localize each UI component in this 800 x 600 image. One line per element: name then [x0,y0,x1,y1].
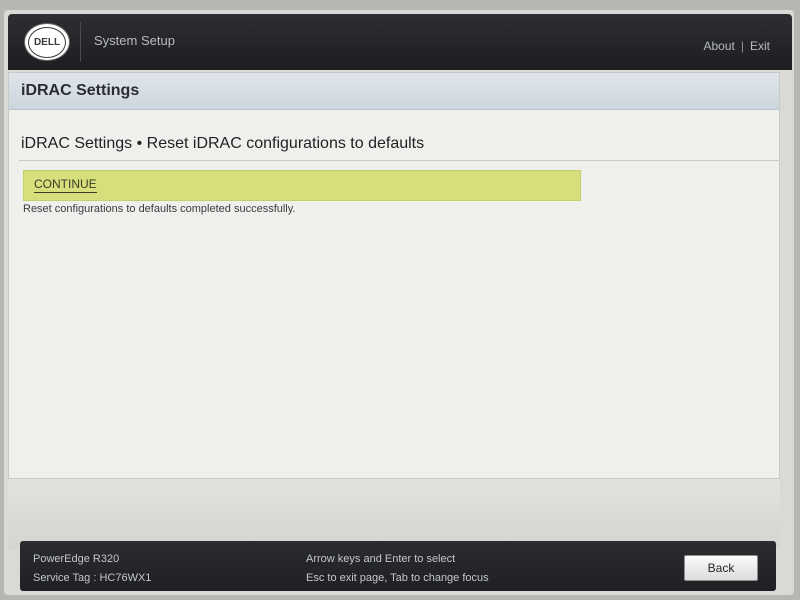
status-message: Reset configurations to defaults complet… [23,203,296,215]
title-divider [19,160,779,161]
about-link[interactable]: About [704,39,735,53]
screen: DELL System Setup About | Exit iDRAC Set… [4,10,794,595]
exit-link[interactable]: Exit [750,39,770,53]
main-panel: iDRAC Settings iDRAC Settings • Reset iD… [8,72,780,479]
keyboard-hints: Arrow keys and Enter to select Esc to ex… [306,550,489,588]
footer-bar: PowerEdge R320 Service Tag : HC76WX1 Arr… [20,541,776,591]
header-divider [80,22,81,62]
hint-select: Arrow keys and Enter to select [306,553,456,565]
link-separator: | [740,39,744,53]
continue-button[interactable]: CONTINUE [23,170,581,201]
back-button[interactable]: Back [684,555,758,581]
system-info: PowerEdge R320 Service Tag : HC76WX1 [33,550,151,588]
continue-label: CONTINUE [34,177,97,193]
page-title: iDRAC Settings • Reset iDRAC configurati… [21,135,425,152]
section-title: iDRAC Settings [21,82,140,99]
service-tag: Service Tag : HC76WX1 [33,572,152,584]
dell-logo-mark: DELL [28,26,66,58]
model-name: PowerEdge R320 [33,553,120,565]
top-header-bar: DELL System Setup About | Exit [8,14,792,70]
lower-area [8,479,780,549]
app-title: System Setup [94,33,175,48]
dell-logo: DELL [25,24,69,60]
section-bar: iDRAC Settings [9,73,779,110]
hint-navigation: Esc to exit page, Tab to change focus [306,572,489,584]
header-links: About | Exit [704,39,771,53]
